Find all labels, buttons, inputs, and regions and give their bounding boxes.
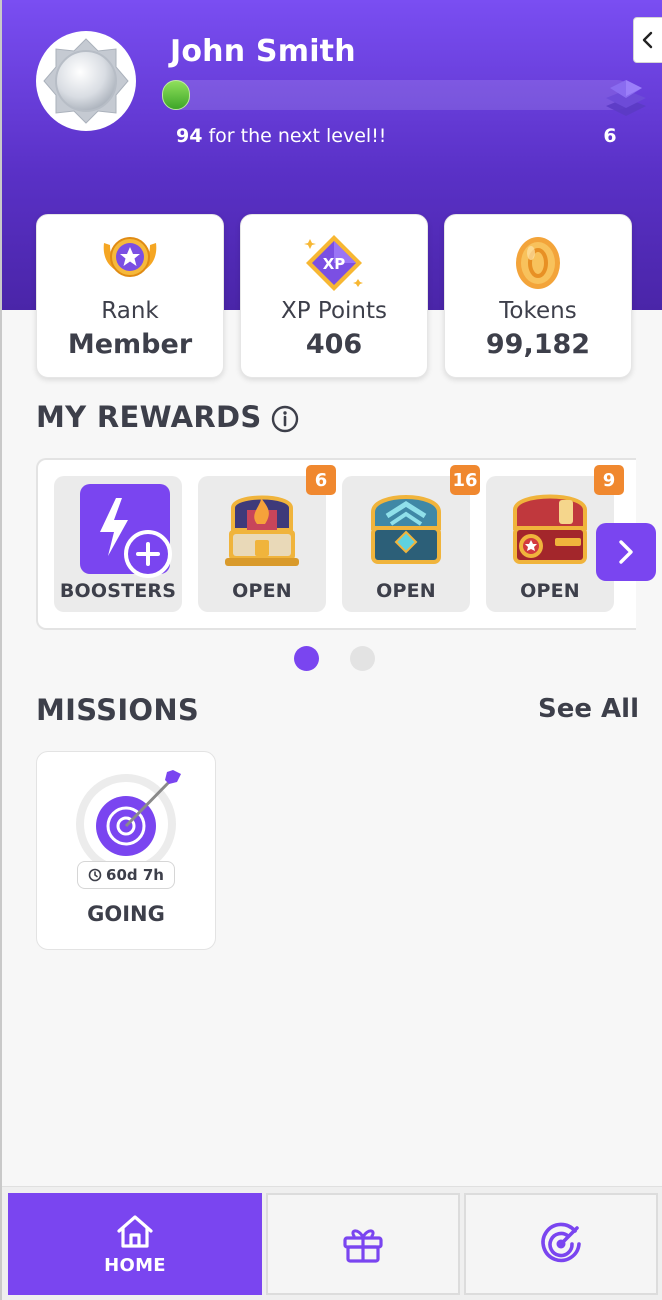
level-progress-fill (162, 80, 191, 110)
avatar[interactable] (36, 31, 136, 131)
clock-icon (88, 868, 102, 882)
red-chest-reward[interactable]: OPEN (486, 476, 614, 612)
reward-count-badge: 16 (450, 465, 480, 495)
nav-home-button[interactable]: HOME (8, 1193, 262, 1295)
carousel-dot[interactable] (350, 646, 375, 671)
next-level-message: for the next level!! (202, 125, 387, 147)
rank-card[interactable]: Rank Member (36, 214, 224, 378)
chevron-right-icon (619, 540, 633, 564)
app-frame: John Smith 94 for the next level!! 6 Ran… (0, 0, 662, 1300)
stat-label: XP Points (280, 298, 388, 324)
trophy-chest-icon (225, 495, 299, 566)
next-level-text: 94 for the next level!! (176, 125, 386, 147)
user-name: John Smith (170, 34, 356, 69)
info-icon[interactable] (270, 404, 300, 434)
nav-rewards-button[interactable] (266, 1193, 460, 1295)
stat-label: Tokens (499, 298, 577, 324)
reward-label: BOOSTERS (59, 580, 177, 602)
nav-label: HOME (104, 1254, 166, 1276)
see-all-link[interactable]: See All (538, 694, 639, 724)
nav-missions-button[interactable] (464, 1193, 658, 1295)
level-number: 6 (603, 125, 617, 147)
silver-badge-icon (43, 38, 129, 124)
blue-chest-reward[interactable]: OPEN (342, 476, 470, 612)
next-level-points: 94 (176, 125, 203, 147)
rank-wings-star-icon (103, 237, 157, 277)
mission-timer: 60d 7h (77, 861, 175, 889)
my-rewards-title: MY REWARDS (36, 400, 262, 434)
xp-diamond-icon: XP (304, 235, 363, 291)
lightning-plus-icon (80, 484, 172, 578)
home-icon (117, 1214, 153, 1248)
target-icon (541, 1222, 581, 1263)
target-arrow-icon (76, 770, 181, 874)
blue-chest-icon (371, 495, 441, 564)
bottom-nav: HOME (2, 1186, 662, 1300)
stat-label: Rank (101, 298, 159, 324)
reward-label: OPEN (520, 580, 580, 602)
level-layers-icon (606, 80, 646, 116)
reward-label: OPEN (232, 580, 292, 602)
chevron-left-icon (642, 31, 653, 49)
tokens-card[interactable]: Tokens 99,182 (444, 214, 632, 378)
trophy-chest-reward[interactable]: OPEN (198, 476, 326, 612)
reward-count-badge: 6 (306, 465, 336, 495)
red-chest-icon (513, 494, 587, 564)
rewards-carousel: BOOSTERS OPEN OPEN OPEN (36, 458, 636, 630)
level-progress-bar (162, 80, 632, 110)
reward-label: OPEN (376, 580, 436, 602)
carousel-dot[interactable] (294, 646, 319, 671)
boosters-reward[interactable]: BOOSTERS (54, 476, 182, 612)
mission-status: GOING (87, 902, 165, 926)
gift-icon (343, 1229, 383, 1263)
mission-timer-text: 60d 7h (106, 866, 164, 884)
missions-title: MISSIONS (36, 693, 200, 727)
xp-icon-text: XP (323, 255, 346, 273)
xp-points-card[interactable]: XP XP Points 406 (240, 214, 428, 378)
mission-card[interactable]: 60d 7h GOING (36, 751, 216, 950)
stat-value: Member (67, 329, 193, 360)
stat-value: 406 (305, 329, 363, 360)
reward-count-badge: 9 (594, 465, 624, 495)
token-coin-icon (516, 237, 560, 289)
stat-value: 99,182 (485, 329, 591, 360)
rewards-next-button[interactable] (596, 523, 656, 581)
collapse-panel-button[interactable] (633, 17, 662, 63)
